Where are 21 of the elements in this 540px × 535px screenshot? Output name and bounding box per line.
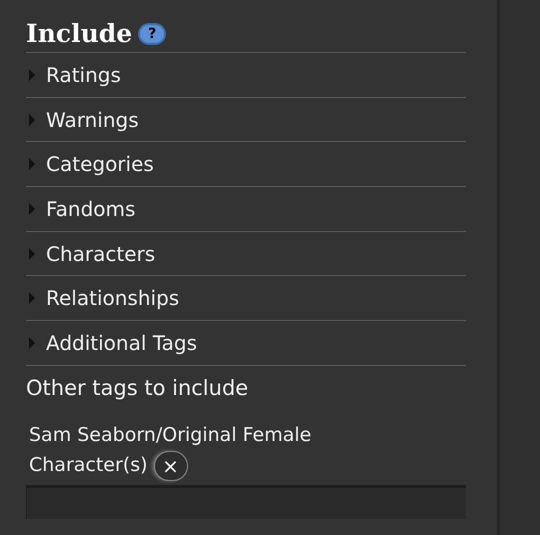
remove-tag-button[interactable]: ×: [154, 450, 188, 481]
tag-label: Character(s): [29, 454, 148, 476]
help-button[interactable]: ?: [138, 23, 166, 45]
triangle-icon: [26, 157, 36, 172]
triangle-icon: [26, 246, 36, 261]
triangle-icon: [26, 202, 36, 216]
filter-toggle[interactable]: Warnings: [26, 106, 139, 134]
triangle-icon: [26, 68, 36, 82]
filter-toggle[interactable]: Categories: [26, 150, 154, 178]
triangle-icon: [26, 336, 36, 350]
input-field[interactable]: [26, 484, 466, 519]
filter-toggle[interactable]: Ratings: [26, 60, 121, 89]
section-heading: Include: [26, 18, 132, 50]
filter-toggle[interactable]: Relationships: [26, 284, 180, 312]
field-label: Other tags to include: [26, 374, 250, 402]
triangle-icon: [26, 291, 36, 306]
triangle-icon: [26, 112, 36, 127]
filter-toggle[interactable]: Additional Tags: [26, 328, 198, 357]
filter-toggle[interactable]: Characters: [26, 240, 156, 268]
tag-label: Sam Seaborn/Original Female: [29, 424, 312, 446]
filter-toggle[interactable]: Fandoms: [26, 194, 136, 223]
